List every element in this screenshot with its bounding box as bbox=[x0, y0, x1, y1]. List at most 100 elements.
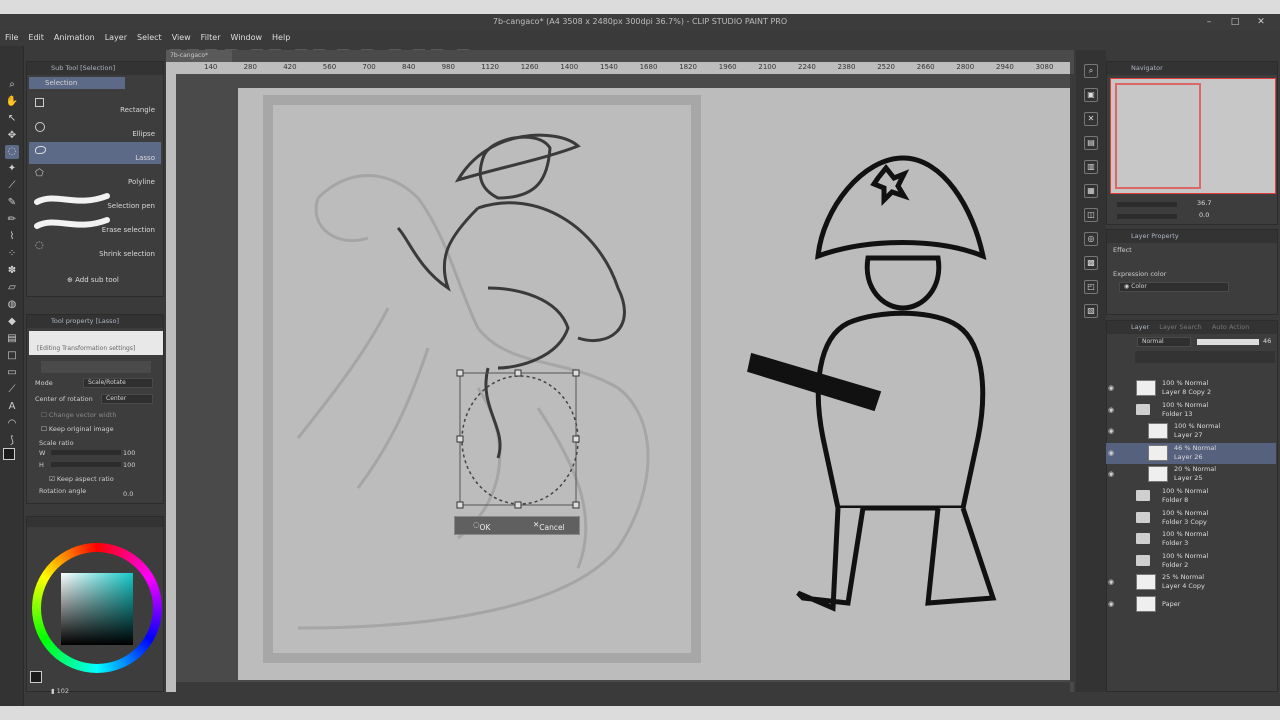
visibility-eye-icon[interactable]: ◉ bbox=[1108, 600, 1114, 608]
pen-tool-icon[interactable]: ✎ bbox=[5, 196, 19, 210]
visibility-eye-icon[interactable]: ◉ bbox=[1108, 427, 1114, 435]
opacity-slider[interactable] bbox=[1197, 339, 1259, 345]
subtool-ellipse[interactable]: Ellipse bbox=[29, 118, 161, 140]
menu-select[interactable]: Select bbox=[132, 30, 167, 46]
opacity-value[interactable]: 46 bbox=[1263, 337, 1271, 345]
layer-row[interactable]: ◉ 100 % Normal Layer 27 bbox=[1106, 421, 1276, 442]
materials-icon[interactable]: ▦ bbox=[1084, 184, 1098, 198]
layer-row[interactable]: ◉ 20 % Normal Layer 25 bbox=[1106, 464, 1276, 485]
main-color-icon[interactable] bbox=[30, 671, 42, 683]
subtool-polyline[interactable]: ⬠ Polyline bbox=[29, 166, 161, 188]
eraser-tool-icon[interactable]: ▱ bbox=[5, 281, 19, 295]
text-tool-icon[interactable]: A bbox=[5, 400, 19, 414]
transform-bounding-box[interactable] bbox=[456, 369, 580, 509]
layer-row[interactable]: 100 % Normal Folder 8 bbox=[1106, 486, 1276, 507]
menu-filter[interactable]: Filter bbox=[196, 30, 226, 46]
visibility-eye-icon[interactable]: ◉ bbox=[1108, 384, 1114, 392]
zoom-tool-icon[interactable]: ⌕ bbox=[5, 78, 19, 92]
layer-search-icon[interactable]: ▥ bbox=[1084, 160, 1098, 174]
balloon-tool-icon[interactable]: ◠ bbox=[5, 417, 19, 431]
sub-tool-group-tab[interactable]: Selection bbox=[29, 77, 125, 89]
ok-button[interactable]: ◌ OK bbox=[473, 520, 490, 532]
menu-view[interactable]: View bbox=[167, 30, 196, 46]
keep-aspect-ratio-checkbox[interactable]: ☑ Keep aspect ratio bbox=[49, 475, 114, 483]
layer-toolbar[interactable] bbox=[1135, 351, 1275, 363]
add-sub-tool-button[interactable]: ⊕ Add sub tool bbox=[67, 276, 119, 284]
subtool-selection-pen[interactable]: Selection pen bbox=[29, 190, 161, 212]
selection-tool-icon[interactable]: ◌ bbox=[5, 145, 19, 159]
brush-tool-icon[interactable]: ⌇ bbox=[5, 230, 19, 244]
subtool-lasso[interactable]: Lasso bbox=[29, 142, 161, 164]
main-color-swatch[interactable] bbox=[3, 448, 15, 460]
ruler-tool-icon[interactable]: ⟋ bbox=[5, 383, 19, 397]
move-tool-icon[interactable]: ✥ bbox=[5, 129, 19, 143]
quick-access-icon[interactable]: ▧ bbox=[1084, 304, 1098, 318]
document-canvas[interactable] bbox=[238, 88, 1070, 680]
layer-row[interactable]: 100 % Normal Folder 3 Copy bbox=[1106, 508, 1276, 529]
scale-h-value[interactable]: 100 bbox=[123, 461, 135, 469]
rotation-angle-value[interactable]: 0.0 bbox=[123, 490, 133, 498]
fill-tool-icon[interactable]: ◆ bbox=[5, 315, 19, 329]
blend-mode-dropdown[interactable]: Normal bbox=[1137, 337, 1191, 347]
mode-dropdown[interactable]: Scale/Rotate bbox=[83, 378, 153, 388]
navigator-preview[interactable] bbox=[1110, 78, 1276, 194]
visibility-eye-icon[interactable]: ◉ bbox=[1108, 406, 1114, 414]
layer-row[interactable]: ◉ 46 % Normal Layer 26 bbox=[1106, 442, 1276, 464]
blend-tool-icon[interactable]: ◍ bbox=[5, 298, 19, 312]
scale-h-slider[interactable] bbox=[51, 462, 121, 467]
visibility-eye-icon[interactable]: ◉ bbox=[1108, 449, 1114, 457]
layer-row[interactable]: ◉ Paper bbox=[1106, 594, 1276, 615]
animation-icon[interactable]: ▩ bbox=[1084, 256, 1098, 270]
correct-line-tool-icon[interactable]: ⟆ bbox=[5, 434, 19, 448]
keep-original-image-checkbox[interactable]: ☐ Keep original image bbox=[41, 425, 114, 433]
rotation-value[interactable]: 0.0 bbox=[1199, 211, 1209, 219]
sub-view-icon[interactable]: ▣ bbox=[1084, 88, 1098, 102]
layer-row[interactable]: ◉ 100 % Normal Folder 13 bbox=[1106, 400, 1276, 421]
scale-w-slider[interactable] bbox=[51, 450, 121, 455]
menu-help[interactable]: Help bbox=[267, 30, 295, 46]
cancel-button[interactable]: ✕ Cancel bbox=[533, 520, 565, 532]
eyedropper-tool-icon[interactable]: ⟋ bbox=[5, 179, 19, 193]
subtool-erase-selection[interactable]: Erase selection bbox=[29, 214, 161, 236]
rotation-slider[interactable] bbox=[1117, 214, 1177, 219]
change-vector-width-checkbox[interactable]: ☐ Change vector width bbox=[41, 411, 116, 419]
close-icon[interactable]: ✕ bbox=[1248, 14, 1274, 30]
scale-w-value[interactable]: 100 bbox=[123, 449, 135, 457]
gradient-tool-icon[interactable]: ▤ bbox=[5, 332, 19, 346]
navigator-icon[interactable]: ⌕ bbox=[1084, 64, 1098, 78]
transform-mode-icons[interactable] bbox=[41, 361, 151, 373]
subtool-rectangle[interactable]: Rectangle bbox=[29, 94, 161, 116]
navigator-view-frame[interactable] bbox=[1115, 83, 1201, 189]
layer-row[interactable]: 100 % Normal Folder 2 bbox=[1106, 551, 1276, 572]
tab-layer-search[interactable]: Layer Search bbox=[1159, 323, 1202, 331]
layer-property-icon[interactable]: ◎ bbox=[1084, 232, 1098, 246]
menu-edit[interactable]: Edit bbox=[23, 30, 49, 46]
figure-tool-icon[interactable]: □ bbox=[5, 349, 19, 363]
layer-row[interactable]: ◉ 25 % Normal Layer 4 Copy bbox=[1106, 572, 1276, 593]
hand-tool-icon[interactable]: ✋ bbox=[5, 95, 19, 109]
auto-select-tool-icon[interactable]: ✦ bbox=[5, 162, 19, 176]
visibility-eye-icon[interactable]: ◉ bbox=[1108, 578, 1114, 586]
document-tab[interactable]: 7b-cangaco* bbox=[166, 50, 232, 62]
color-panel-tabs[interactable] bbox=[27, 517, 163, 527]
decoration-tool-icon[interactable]: ✽ bbox=[5, 264, 19, 278]
frame-tool-icon[interactable]: ▭ bbox=[5, 366, 19, 380]
color-set-icon[interactable]: ◫ bbox=[1084, 208, 1098, 222]
tab-layer[interactable]: Layer bbox=[1131, 323, 1149, 331]
airbrush-tool-icon[interactable]: ⁘ bbox=[5, 247, 19, 261]
menu-animation[interactable]: Animation bbox=[49, 30, 100, 46]
item-bank-icon[interactable]: ◰ bbox=[1084, 280, 1098, 294]
horizontal-scrollbar[interactable] bbox=[176, 682, 1070, 692]
menu-window[interactable]: Window bbox=[225, 30, 267, 46]
maximize-icon[interactable]: □ bbox=[1222, 14, 1248, 30]
history-icon[interactable]: ▤ bbox=[1084, 136, 1098, 150]
visibility-eye-icon[interactable]: ◉ bbox=[1108, 470, 1114, 478]
minimize-icon[interactable]: – bbox=[1196, 14, 1222, 30]
operation-tool-icon[interactable]: ↖ bbox=[5, 112, 19, 126]
layer-row[interactable]: ◉ 100 % Normal Layer 8 Copy 2 bbox=[1106, 378, 1276, 399]
tab-auto-action[interactable]: Auto Action bbox=[1212, 323, 1250, 331]
center-of-rotation-dropdown[interactable]: Center bbox=[101, 394, 153, 404]
menu-file[interactable]: File bbox=[0, 30, 23, 46]
zoom-value[interactable]: 36.7 bbox=[1197, 199, 1211, 207]
expression-color-dropdown[interactable]: ◉ Color bbox=[1119, 282, 1229, 292]
